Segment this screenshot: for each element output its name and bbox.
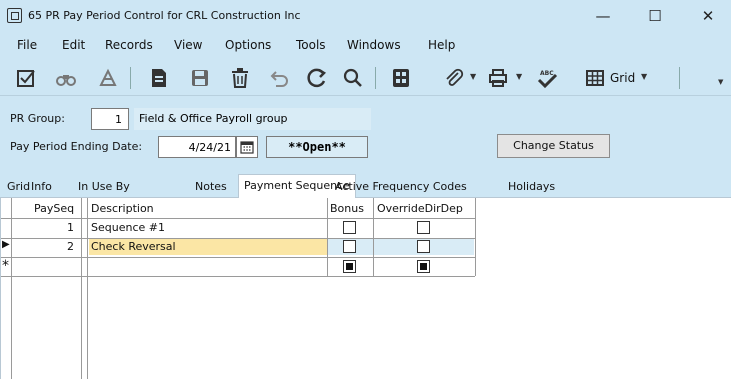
spellcheck-icon[interactable]: ABC xyxy=(536,67,558,89)
app-icon xyxy=(7,8,22,23)
maximize-button[interactable]: ☐ xyxy=(632,4,678,28)
bonus-checkbox[interactable] xyxy=(343,221,356,234)
pay-period-date-input[interactable]: 4/24/21 xyxy=(158,136,236,158)
menu-help[interactable]: Help xyxy=(428,38,455,52)
menu-file[interactable]: File xyxy=(17,38,37,52)
minimize-button[interactable]: — xyxy=(580,4,626,28)
new-row-indicator: * xyxy=(2,258,9,274)
search-icon[interactable] xyxy=(342,67,364,89)
status-badge: **Open** xyxy=(266,136,368,158)
tab-info[interactable]: Info xyxy=(26,176,57,198)
grid-dropdown-icon[interactable]: ▼ xyxy=(641,72,647,81)
tab-active-frequency-codes[interactable]: Active Frequency Codes xyxy=(330,176,472,198)
calculator-icon[interactable] xyxy=(390,67,412,89)
svg-text:ABC: ABC xyxy=(540,70,554,77)
column-header-overridedirdep[interactable]: OverrideDirDep xyxy=(377,202,463,215)
column-header-description[interactable]: Description xyxy=(91,202,154,215)
lookup-icon[interactable] xyxy=(97,67,119,89)
tab-in-use-by[interactable]: In Use By xyxy=(73,176,135,198)
tab-holidays[interactable]: Holidays xyxy=(503,176,560,198)
pay-period-label: Pay Period Ending Date: xyxy=(10,140,143,153)
toolbar-separator xyxy=(375,67,376,89)
bonus-checkbox[interactable] xyxy=(343,260,356,273)
toolbar: ▼ ▼ ABC Grid ▼ ▼ xyxy=(0,58,731,96)
delete-icon[interactable] xyxy=(229,67,251,89)
toolbar-separator xyxy=(130,67,131,89)
grid-icon[interactable] xyxy=(584,67,606,89)
menu-tools[interactable]: Tools xyxy=(296,38,326,52)
undo-icon[interactable] xyxy=(268,67,290,89)
save-icon[interactable] xyxy=(189,67,211,89)
header-panel: PR Group: 1 Field & Office Payroll group… xyxy=(0,96,731,176)
toolbar-separator xyxy=(679,67,680,89)
override-dirdep-checkbox[interactable] xyxy=(417,240,430,253)
payseq-cell[interactable]: 2 xyxy=(67,240,74,253)
menu-view[interactable]: View xyxy=(174,38,202,52)
tab-notes[interactable]: Notes xyxy=(190,176,232,198)
change-status-button[interactable]: Change Status xyxy=(497,134,610,158)
bonus-checkbox[interactable] xyxy=(343,240,356,253)
menu-options[interactable]: Options xyxy=(225,38,271,52)
report-icon[interactable] xyxy=(148,67,170,89)
override-dirdep-checkbox[interactable] xyxy=(417,221,430,234)
refresh-icon[interactable] xyxy=(306,67,328,89)
binoculars-icon[interactable] xyxy=(55,67,77,89)
calendar-icon[interactable] xyxy=(236,136,258,158)
payment-sequence-grid: PaySeq Description Bonus OverrideDirDep … xyxy=(0,198,731,379)
checkbox-icon[interactable] xyxy=(15,67,37,89)
title-bar: 65 PR Pay Period Control for CRL Constru… xyxy=(0,0,731,32)
menu-bar: File Edit Records View Options Tools Win… xyxy=(0,32,731,58)
toolbar-overflow-icon[interactable]: ▼ xyxy=(718,78,723,86)
payseq-cell[interactable]: 1 xyxy=(67,221,74,234)
override-dirdep-checkbox[interactable] xyxy=(417,260,430,273)
column-header-payseq[interactable]: PaySeq xyxy=(34,202,74,215)
column-header-bonus[interactable]: Bonus xyxy=(330,202,364,215)
print-dropdown-icon[interactable]: ▼ xyxy=(516,72,522,81)
menu-edit[interactable]: Edit xyxy=(62,38,85,52)
print-icon[interactable] xyxy=(487,67,509,89)
attachment-icon[interactable] xyxy=(443,67,465,89)
description-cell[interactable]: Check Reversal xyxy=(91,240,176,253)
description-cell[interactable]: Sequence #1 xyxy=(91,221,165,234)
attachment-dropdown-icon[interactable]: ▼ xyxy=(470,72,476,81)
window-title: 65 PR Pay Period Control for CRL Constru… xyxy=(28,9,301,22)
close-button[interactable]: ✕ xyxy=(685,4,731,28)
pr-group-input[interactable]: 1 xyxy=(91,108,129,130)
pr-group-label: PR Group: xyxy=(10,112,65,125)
menu-windows[interactable]: Windows xyxy=(347,38,401,52)
grid-view-label[interactable]: Grid xyxy=(610,71,635,85)
pr-group-name: Field & Office Payroll group xyxy=(134,108,371,130)
tab-bar: Grid Info In Use By Notes Payment Sequen… xyxy=(0,174,731,199)
menu-records[interactable]: Records xyxy=(105,38,153,52)
current-row-indicator: ▶ xyxy=(2,239,10,250)
